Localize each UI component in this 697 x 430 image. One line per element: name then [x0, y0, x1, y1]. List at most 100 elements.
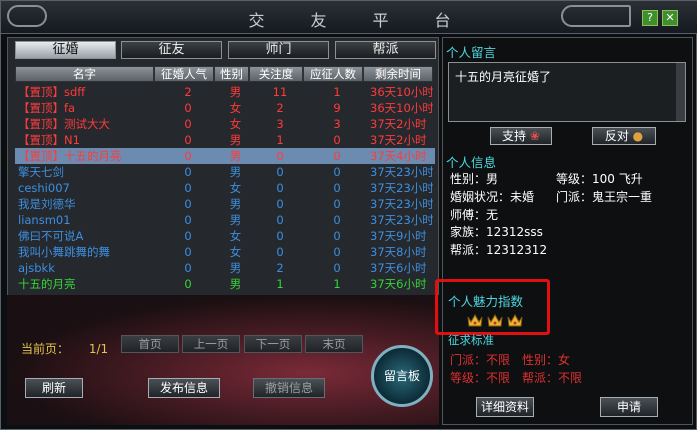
title-bar[interactable]: 交友平台 ? ✕: [1, 1, 697, 34]
column-header-remaining[interactable]: 剩余时间: [363, 66, 433, 82]
cell-applicants: 0: [333, 213, 341, 227]
cell-attention: 1: [276, 133, 284, 147]
req-sect: 门派：不限: [450, 353, 511, 367]
egg-icon: ●: [628, 129, 644, 143]
cell-remaining: 37天6小时: [370, 277, 427, 291]
table-row[interactable]: ceshi007 0 女 0 0 37天23小时: [15, 180, 435, 196]
listing-table: 【置顶】sdff 2 男 11 1 36天10小时 【置顶】fa 0 女 2 9 36天10小时 【置顶…: [15, 84, 435, 326]
cell-pop: 0: [184, 261, 192, 275]
close-icon[interactable]: ✕: [662, 10, 678, 26]
table-row[interactable]: 十五的月亮 0 男 1 1 37天6小时: [15, 276, 435, 292]
info-marital: 婚姻状况：未婚: [450, 190, 535, 204]
cell-attention: 11: [272, 85, 288, 99]
cell-gender: 女: [229, 181, 242, 195]
table-row[interactable]: ajsbkk 0 男 2 0 37天6小时: [15, 260, 435, 276]
oppose-label: 反对: [604, 129, 629, 143]
req-guild: 帮派：不限: [522, 371, 583, 385]
tab-marriage[interactable]: 征婚: [15, 41, 116, 59]
cell-name: 【置顶】N1: [18, 133, 80, 147]
cell-pop: 0: [184, 245, 192, 259]
info-guild: 帮派：12312312: [450, 243, 548, 257]
support-button[interactable]: 支持 ❀: [490, 127, 552, 145]
oppose-button[interactable]: 反对 ●: [592, 127, 656, 145]
cell-remaining: 37天23小时: [370, 181, 433, 195]
cell-pop: 0: [184, 181, 192, 195]
message-board-button[interactable]: 留言板: [371, 345, 433, 407]
last-page-button[interactable]: 末页: [305, 335, 363, 353]
cell-pop: 2: [184, 85, 192, 99]
prev-page-button[interactable]: 上一页: [182, 335, 240, 353]
cell-remaining: 37天2小时: [370, 117, 427, 131]
cell-name: 【置顶】测试大大: [18, 117, 110, 131]
cell-name: 擎天七剑: [18, 165, 64, 179]
cell-gender: 男: [229, 213, 242, 227]
tab-master[interactable]: 师门: [228, 41, 329, 59]
cell-pop: 0: [184, 165, 192, 179]
cell-attention: 0: [276, 229, 284, 243]
cell-name: 佛曰不可说A: [18, 229, 84, 243]
table-row[interactable]: 【置顶】sdff 2 男 11 1 36天10小时: [15, 84, 435, 100]
page-label: 当前页：: [21, 342, 70, 356]
page-value: 1/1: [88, 342, 109, 356]
table-row[interactable]: 擎天七剑 0 男 0 0 37天23小时: [15, 164, 435, 180]
cell-attention: 0: [276, 181, 284, 195]
cell-attention: 1: [276, 277, 284, 291]
cell-applicants: 0: [333, 229, 341, 243]
cell-pop: 0: [184, 213, 192, 227]
cell-name: 【置顶】十五的月亮: [18, 149, 122, 163]
cell-applicants: 1: [333, 85, 341, 99]
cell-gender: 男: [229, 85, 242, 99]
info-master: 师傅：无: [450, 208, 499, 222]
column-header-attention[interactable]: 关注度: [249, 66, 303, 82]
table-row[interactable]: 【置顶】N1 0 男 1 0 37天2小时: [15, 132, 435, 148]
column-header-popularity[interactable]: 征婚人气: [154, 66, 214, 82]
cell-pop: 0: [184, 197, 192, 211]
cell-applicants: 3: [333, 117, 341, 131]
cell-attention: 0: [276, 213, 284, 227]
table-row[interactable]: 【置顶】十五的月亮 0 男 0 0 37天4小时: [15, 148, 435, 164]
req-gender: 性别：女: [522, 353, 571, 367]
support-label: 支持: [502, 129, 527, 143]
refresh-button[interactable]: 刷新: [25, 378, 83, 398]
cell-attention: 3: [276, 117, 284, 131]
apply-button[interactable]: 申请: [600, 397, 658, 417]
cell-remaining: 37天23小时: [370, 213, 433, 227]
next-page-button[interactable]: 下一页: [244, 335, 302, 353]
table-row[interactable]: liansm01 0 男 0 0 37天23小时: [15, 212, 435, 228]
info-family: 家族：12312sss: [450, 225, 543, 239]
column-header-gender[interactable]: 性别: [214, 66, 249, 82]
table-row[interactable]: 佛曰不可说A 0 女 0 0 37天9小时: [15, 228, 435, 244]
requirements-title: 征求标准: [448, 333, 494, 347]
cell-attention: 0: [276, 165, 284, 179]
column-header-name[interactable]: 名字: [15, 66, 154, 82]
first-page-button[interactable]: 首页: [121, 335, 179, 353]
cell-pop: 0: [184, 149, 192, 163]
req-level: 等级：不限: [450, 371, 511, 385]
table-row[interactable]: 我叫小舞跳舞的舞 0 女 0 0 37天8小时: [15, 244, 435, 260]
cell-name: 我是刘德华: [18, 197, 76, 211]
cell-pop: 0: [184, 101, 192, 115]
details-button[interactable]: 详细资料: [476, 397, 534, 417]
table-row[interactable]: 【置顶】测试大大 0 女 3 3 37天2小时: [15, 116, 435, 132]
cell-remaining: 37天23小时: [370, 165, 433, 179]
table-row[interactable]: 我是刘德华 0 男 0 0 37天23小时: [15, 196, 435, 212]
table-row[interactable]: 【置顶】fa 0 女 2 9 36天10小时: [15, 100, 435, 116]
cell-applicants: 0: [333, 149, 341, 163]
cell-gender: 女: [229, 101, 242, 115]
column-header-applicants[interactable]: 应征人数: [303, 66, 363, 82]
cell-attention: 2: [276, 101, 284, 115]
help-icon[interactable]: ?: [642, 10, 658, 26]
publish-button[interactable]: 发布信息: [148, 378, 220, 398]
cell-attention: 2: [276, 261, 284, 275]
cell-gender: 男: [229, 261, 242, 275]
message-section-title: 个人留言: [446, 45, 497, 60]
cell-applicants: 0: [333, 133, 341, 147]
flower-icon: ❀: [526, 129, 540, 143]
cell-pop: 0: [184, 277, 192, 291]
cell-attention: 0: [276, 245, 284, 259]
revoke-button[interactable]: 撤销信息: [253, 378, 325, 398]
cell-name: 我叫小舞跳舞的舞: [18, 245, 110, 259]
tab-friends[interactable]: 征友: [121, 41, 222, 59]
tab-guild[interactable]: 帮派: [335, 41, 436, 59]
message-scrollbar[interactable]: [676, 63, 685, 121]
